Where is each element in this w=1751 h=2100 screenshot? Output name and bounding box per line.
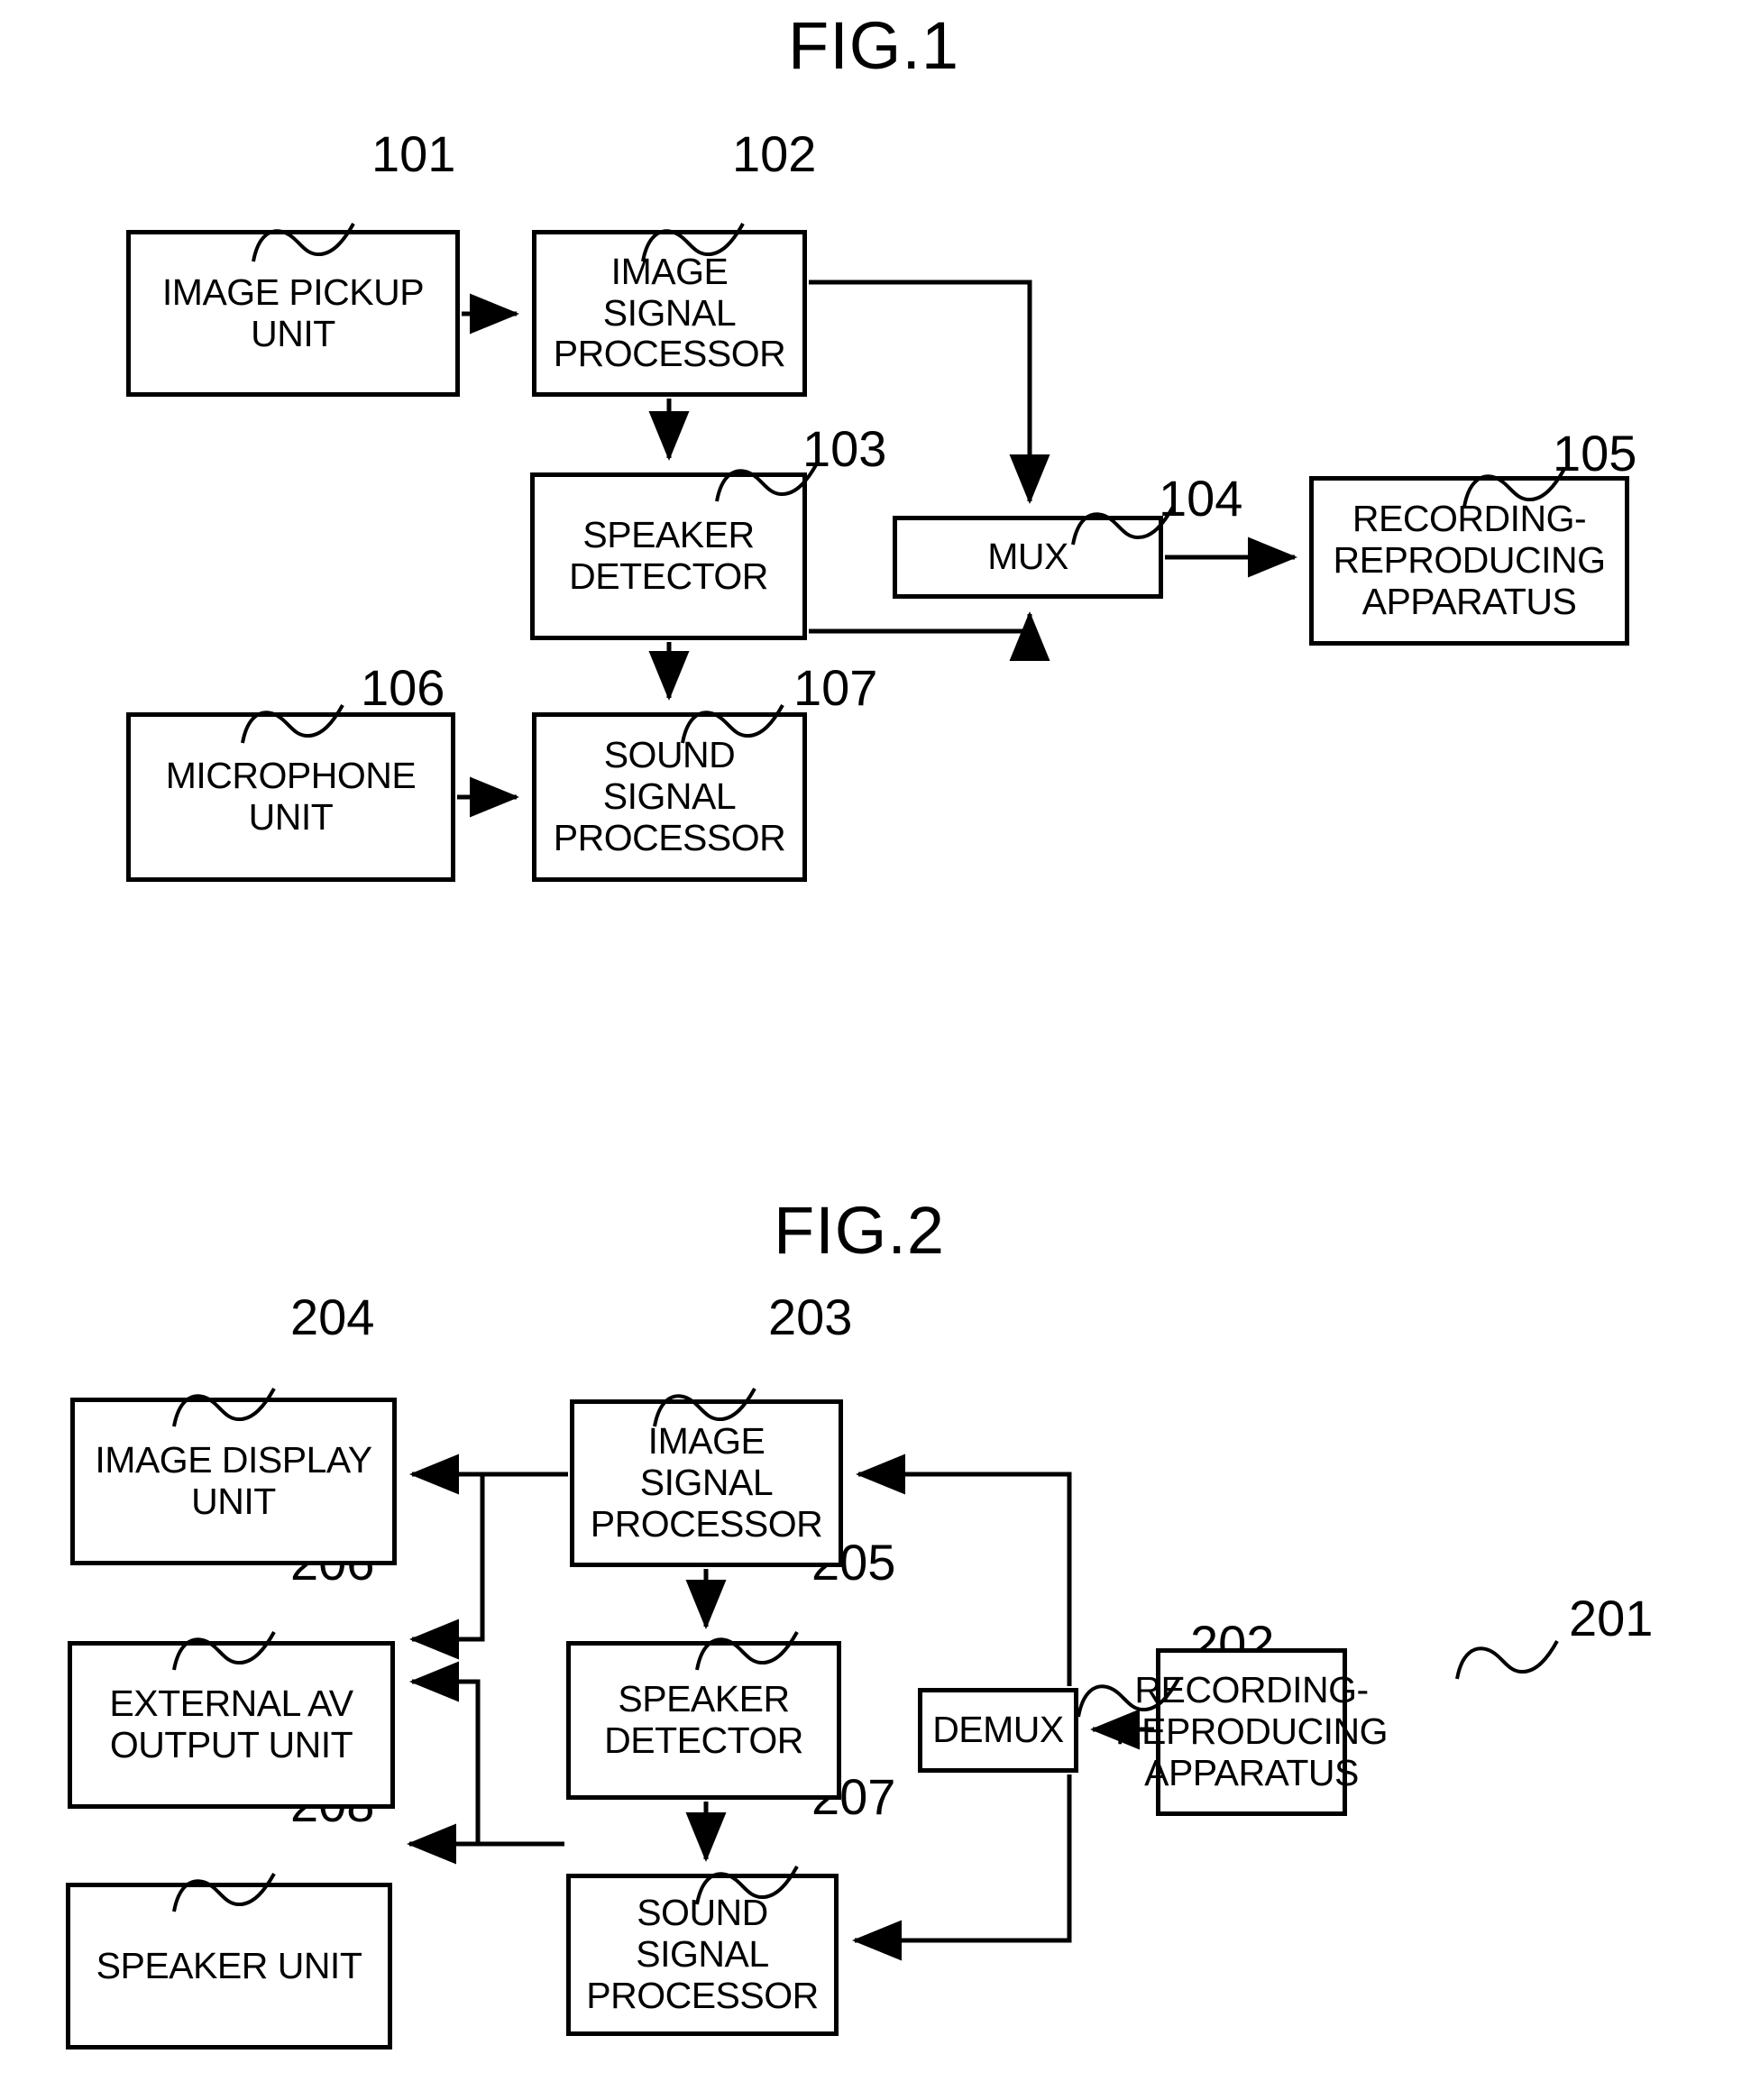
leader-101 xyxy=(252,223,355,262)
leader-104 xyxy=(1071,506,1175,546)
leader-206 xyxy=(172,1631,276,1671)
arrow-102-to-104 xyxy=(809,280,1050,505)
leader-202 xyxy=(1077,1678,1180,1718)
leader-106 xyxy=(241,704,344,744)
leader-207 xyxy=(695,1866,799,1905)
leader-203 xyxy=(653,1388,756,1427)
connector-layer xyxy=(172,223,1566,1961)
leader-208 xyxy=(172,1873,276,1912)
arrow-202-to-203 xyxy=(855,1453,1072,1686)
leader-103 xyxy=(715,463,819,502)
leader-205 xyxy=(695,1631,799,1671)
leader-102 xyxy=(641,223,745,262)
leader-201 xyxy=(1455,1640,1559,1680)
patent-drawing-sheet: FIG.1 101 102 103 104 105 106 107 IMAGE … xyxy=(0,0,1751,2100)
leader-105 xyxy=(1462,468,1566,508)
arrow-107-to-104 xyxy=(809,610,1050,661)
arrow-203-to-206 xyxy=(408,1474,485,1660)
arrow-207-to-206 xyxy=(408,1661,481,1844)
arrow-202-to-207 xyxy=(851,1774,1072,1961)
leader-204 xyxy=(172,1388,276,1427)
leader-107 xyxy=(681,704,784,744)
